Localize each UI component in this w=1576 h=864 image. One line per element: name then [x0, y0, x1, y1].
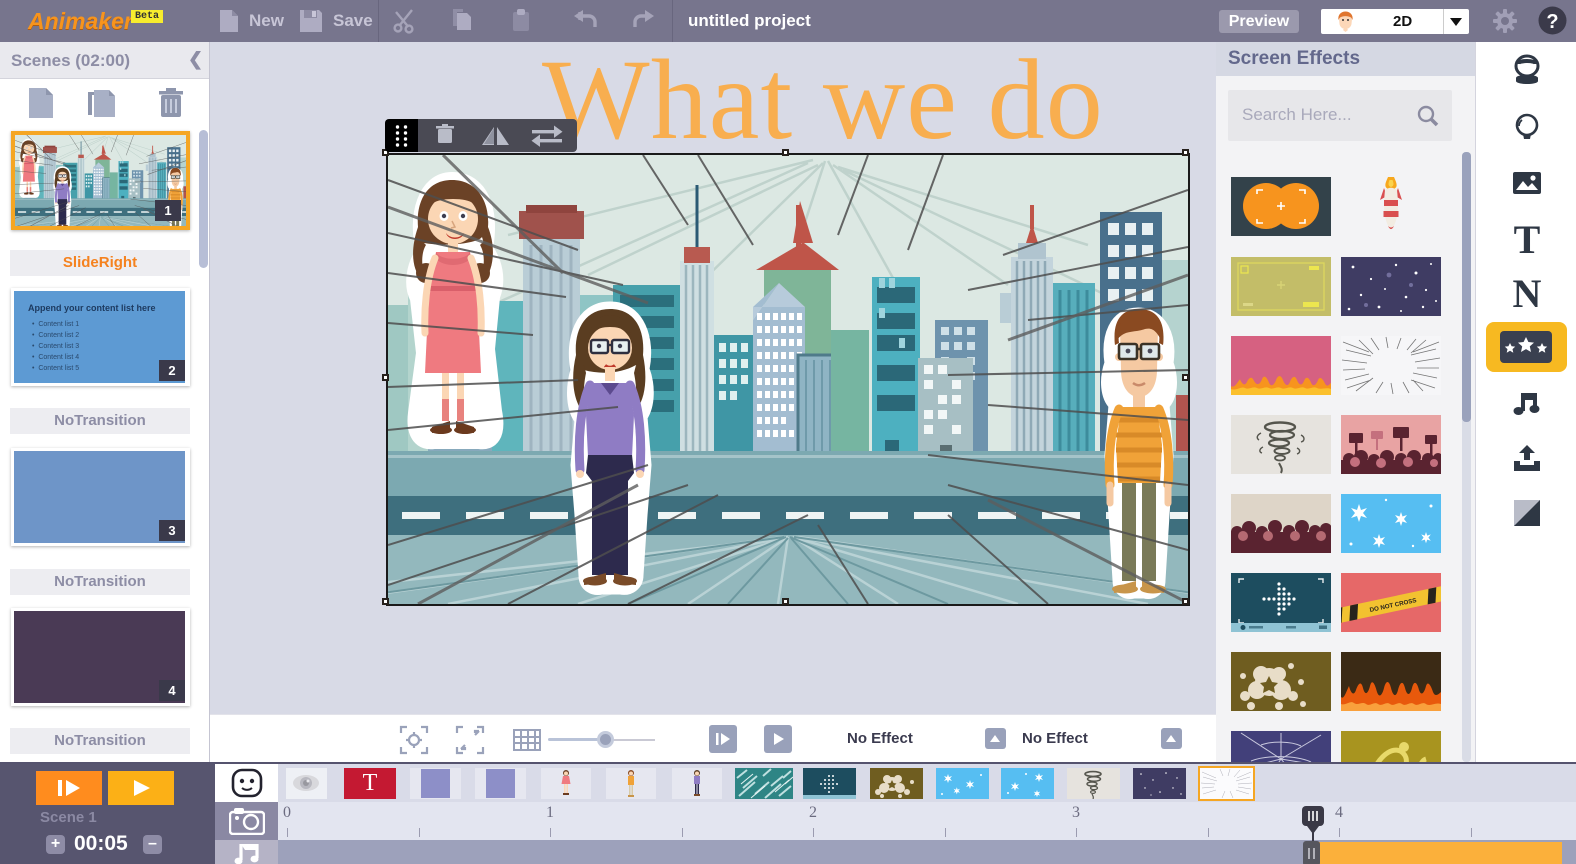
- svg-text:?: ?: [1546, 11, 1558, 33]
